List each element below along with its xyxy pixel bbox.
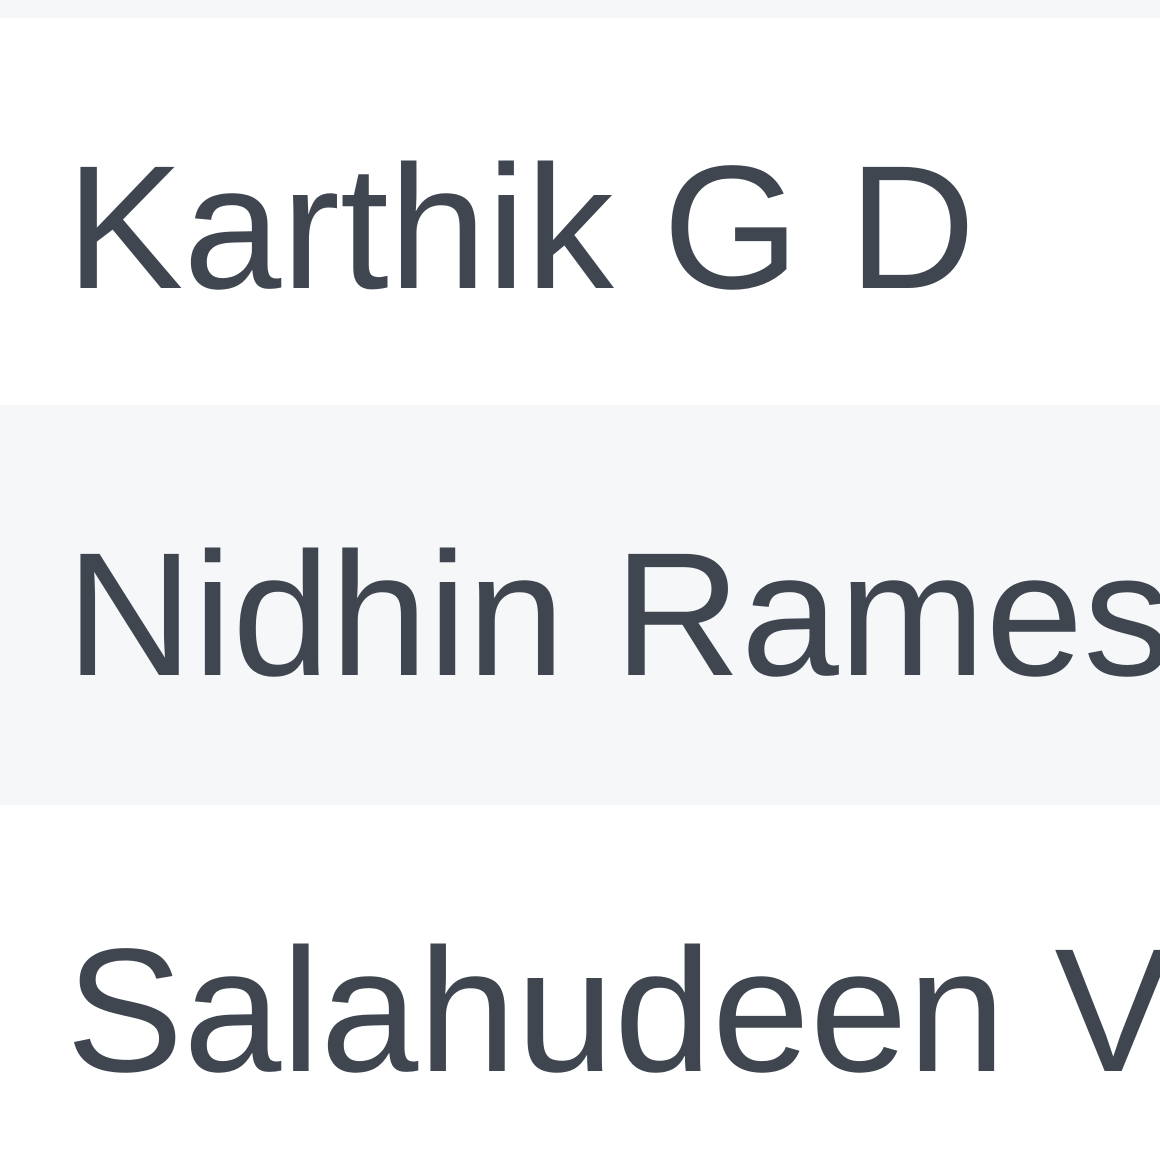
name-list: Karthik G D Nidhin Ramesh Salahudeen V: [0, 0, 1160, 1160]
table-header-edge: [0, 0, 1160, 18]
table-row[interactable]: Karthik G D: [0, 18, 1160, 405]
name-cell: Nidhin Ramesh: [66, 517, 1160, 713]
table-row[interactable]: Salahudeen V: [0, 805, 1160, 1160]
name-cell: Karthik G D: [66, 130, 976, 326]
table-row[interactable]: Nidhin Ramesh: [0, 405, 1160, 805]
name-cell: Salahudeen V: [66, 913, 1160, 1109]
